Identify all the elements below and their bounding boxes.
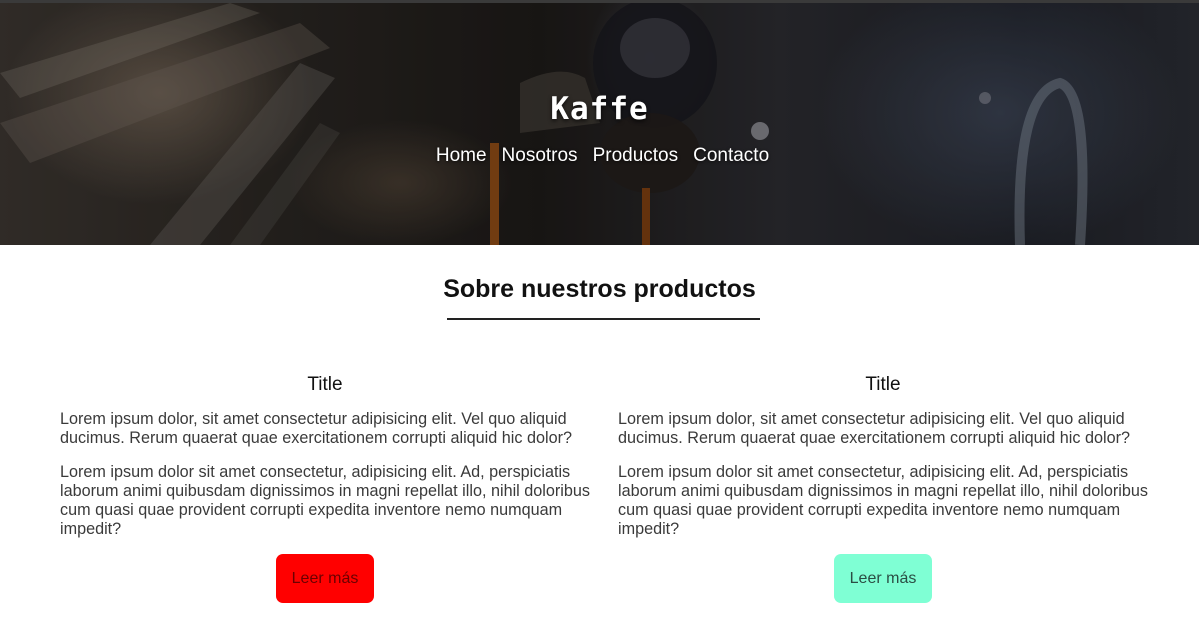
card-paragraph-2: Lorem ipsum dolor sit amet consectetur, … bbox=[618, 463, 1148, 538]
card-button-wrap: Leer más bbox=[60, 554, 590, 603]
nav-link-contacto[interactable]: Contacto bbox=[693, 145, 769, 167]
section-title: Sobre nuestros productos bbox=[443, 275, 756, 303]
card-button-wrap: Leer más bbox=[618, 554, 1148, 603]
card-paragraph-1: Lorem ipsum dolor, sit amet consectetur … bbox=[618, 410, 1130, 447]
nav-link-nosotros[interactable]: Nosotros bbox=[502, 145, 578, 167]
product-card-1: Title Lorem ipsum dolor, sit amet consec… bbox=[60, 374, 590, 603]
main-nav: Home Nosotros Productos Contacto bbox=[0, 145, 1199, 167]
brand-logo[interactable]: Kaffe bbox=[0, 91, 1199, 127]
read-more-button[interactable]: Leer más bbox=[834, 554, 932, 603]
section-divider bbox=[447, 318, 760, 320]
card-paragraph-1: Lorem ipsum dolor, sit amet consectetur … bbox=[60, 410, 572, 447]
hero-banner: Kaffe Home Nosotros Productos Contacto bbox=[0, 3, 1199, 245]
card-title: Title bbox=[307, 374, 343, 395]
card-title: Title bbox=[865, 374, 901, 395]
read-more-button[interactable]: Leer más bbox=[276, 554, 374, 603]
nav-link-productos[interactable]: Productos bbox=[593, 145, 679, 167]
product-card-2: Title Lorem ipsum dolor, sit amet consec… bbox=[618, 374, 1148, 603]
card-paragraph-2: Lorem ipsum dolor sit amet consectetur, … bbox=[60, 463, 590, 538]
nav-link-home[interactable]: Home bbox=[436, 145, 487, 167]
